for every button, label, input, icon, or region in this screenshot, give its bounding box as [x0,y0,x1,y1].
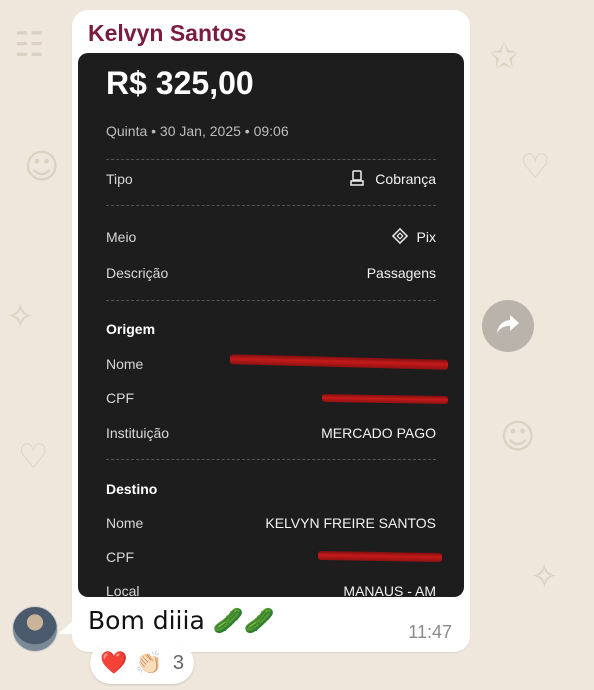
message-bubble[interactable]: Kelvyn Santos R$ 325,00 Quinta • 30 Jan,… [72,10,470,652]
redaction-scribble [317,550,443,563]
descricao-label: Descrição [106,265,169,281]
sender-name[interactable]: Kelvyn Santos [88,20,247,47]
destino-nome-label: Nome [106,515,144,531]
reaction-heart: ❤️ [100,650,128,676]
sender-avatar[interactable] [12,606,58,652]
pix-icon [391,227,409,248]
receipt-icon [349,169,367,190]
origem-cpf-label: CPF [106,390,134,406]
meio-label: Meio [106,229,137,245]
destino-nome-value: KELVYN FREIRE SANTOS [265,515,436,531]
tipo-value: Cobrança [375,171,436,187]
receipt-divider [106,300,436,301]
heart-doodle-icon: ♡ [520,147,551,187]
reaction-clap: 👏🏻 [135,650,163,676]
destino-cpf-label: CPF [106,549,134,565]
smile-doodle-icon: ☺ [24,147,60,187]
star-doodle-icon: ✧ [6,297,35,337]
descricao-value: Passagens [366,265,436,281]
message-text: Bom diiia 🥒🥒 [88,606,275,635]
forward-arrow-icon [495,313,521,340]
message-time: 11:47 [408,622,452,642]
destino-title: Destino [106,481,158,497]
reactions-pill[interactable]: ❤️ 👏🏻 3 [90,642,194,684]
smile-doodle-icon: ☺ [500,417,536,457]
receipt-divider [106,159,436,160]
meio-value-row: Pix [391,227,436,248]
receipt-divider [106,459,436,460]
receipt-image[interactable]: R$ 325,00 Quinta • 30 Jan, 2025 • 09:06 … [78,53,464,597]
destino-local-label: Local [106,583,140,597]
origem-nome-label: Nome [106,356,144,372]
star-doodle-icon: ✧ [530,557,559,597]
star-doodle-icon: ✩ [490,37,519,77]
redaction-scribble [229,354,449,370]
heart-doodle-icon: ♡ [18,437,49,477]
receipt-amount: R$ 325,00 [106,65,254,101]
origem-instituicao-label: Instituição [106,425,170,441]
tipo-value-row: Cobrança [349,169,436,190]
receipt-datetime: Quinta • 30 Jan, 2025 • 09:06 [106,123,289,139]
destino-local-value: MANAUS - AM [343,583,436,597]
receipt-divider [106,205,436,206]
forward-button[interactable] [482,300,534,352]
meio-value: Pix [416,229,436,245]
redaction-scribble [321,393,449,405]
origem-instituicao-value: MERCADO PAGO [321,425,436,441]
origem-title: Origem [106,321,156,337]
reaction-count: 3 [172,651,184,674]
tipo-label: Tipo [106,171,133,187]
calendar-doodle-icon: ☷ [14,25,45,65]
